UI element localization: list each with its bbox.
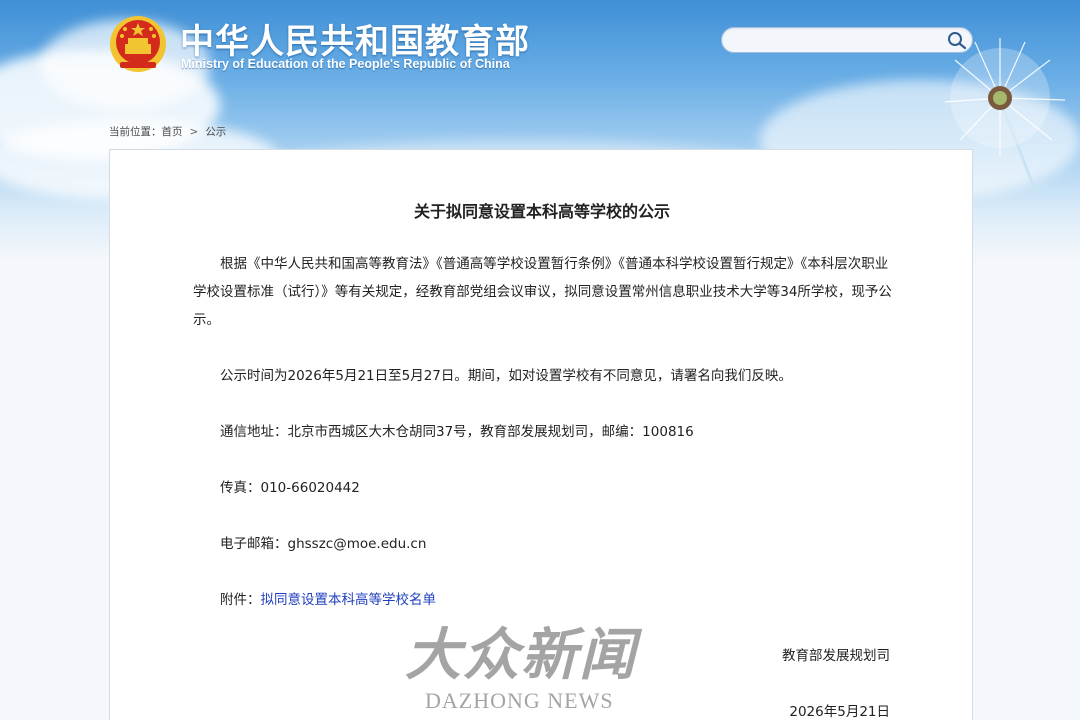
breadcrumb-prefix: 当前位置：	[109, 126, 162, 138]
site-title[interactable]: 中华人民共和国教育部	[180, 14, 530, 63]
article-paragraph-period: 公示时间为2026年5月21日至5月27日。期间，如对设置学校有不同意见，请署名…	[220, 368, 792, 384]
attachment-link[interactable]: 拟同意设置本科高等学校名单	[261, 592, 437, 608]
search-icon[interactable]	[946, 30, 968, 50]
search-input[interactable]	[732, 31, 942, 49]
article-paragraph-basis: 根据《中华人民共和国高等教育法》《普通高等学校设置暂行条例》《普通本科学校设置暂…	[193, 256, 892, 328]
breadcrumb: 当前位置：首页 > 公示	[109, 124, 226, 139]
signature-date: 2026年5月21日	[789, 704, 890, 720]
watermark-logo-cn: 大众新闻	[405, 622, 637, 688]
watermark-logo-en: DAZHONG NEWS	[425, 688, 614, 713]
article-attachment: 附件：拟同意设置本科高等学校名单	[220, 588, 436, 608]
breadcrumb-separator: >	[189, 126, 199, 138]
article-address: 通信地址：北京市西城区大木仓胡同37号，教育部发展规划司，邮编：100816	[220, 424, 694, 440]
breadcrumb-home-link[interactable]: 首页	[162, 126, 183, 138]
site-subtitle: Ministry of Education of the People's Re…	[181, 57, 510, 71]
article-title: 关于拟同意设置本科高等学校的公示	[413, 202, 670, 221]
search-box	[721, 27, 973, 53]
breadcrumb-current-link[interactable]: 公示	[205, 126, 226, 138]
article-email: 电子邮箱：ghsszc@moe.edu.cn	[220, 536, 427, 552]
national-emblem-icon	[110, 16, 166, 72]
attachment-label: 附件：	[220, 592, 261, 608]
article-fax: 传真：010-66020442	[220, 480, 360, 496]
signature-organization: 教育部发展规划司	[782, 648, 890, 664]
